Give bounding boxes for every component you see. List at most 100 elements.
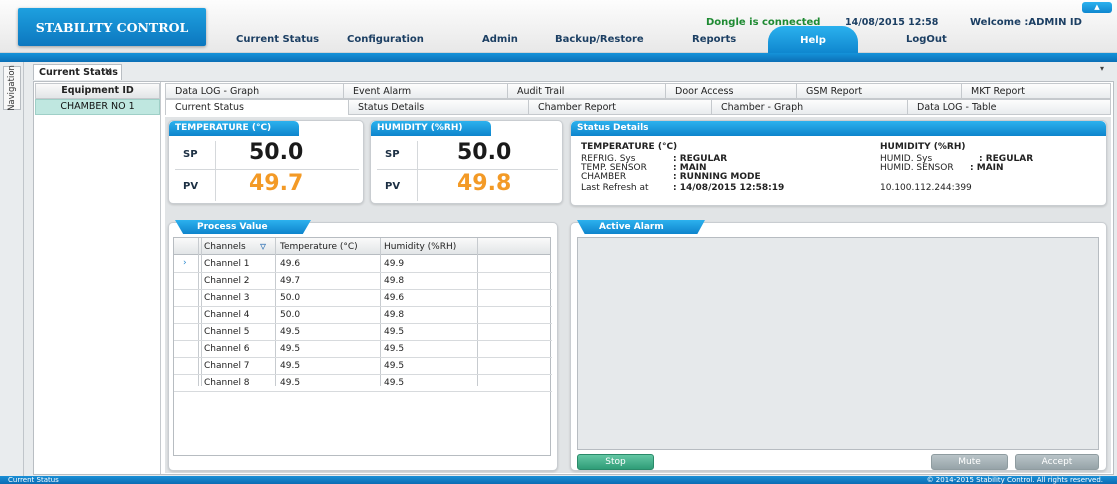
sd-chamber-value: : RUNNING MODE: [673, 172, 761, 182]
menu-help[interactable]: Help: [768, 26, 858, 53]
menu-logout[interactable]: LogOut: [906, 34, 947, 52]
tab-list-dropdown-icon[interactable]: ▾: [1100, 64, 1104, 73]
active-alarm-card: Active Alarm Stop Mute Accept: [570, 220, 1107, 471]
collapse-header-button[interactable]: ▲: [1082, 2, 1112, 13]
temperature-sp-label: SP: [183, 149, 198, 160]
document-tab-current-status[interactable]: Current Status ×: [33, 64, 122, 80]
sd-humid-header: HUMIDITY (%RH): [880, 142, 966, 152]
channel-8-humid: 49.5: [384, 378, 405, 388]
tab-current-status[interactable]: Current Status: [165, 99, 349, 115]
row-divider: [174, 289, 552, 290]
col-divider: [198, 238, 199, 386]
current-status-panel: TEMPERATURE (°C) SP 50.0 PV 49.7 HUMIDIT…: [165, 117, 1111, 473]
accept-button[interactable]: Accept: [1015, 454, 1099, 470]
humidity-title: HUMIDITY (%RH): [371, 121, 491, 136]
channel-7-name: Channel 7: [204, 361, 250, 371]
row-divider: [174, 374, 552, 375]
tab-door-access[interactable]: Door Access: [666, 83, 797, 99]
humidity-sp-label: SP: [385, 149, 400, 160]
tab-event-alarm[interactable]: Event Alarm: [344, 83, 508, 99]
menu-current-status[interactable]: Current Status: [236, 34, 319, 52]
menu-admin[interactable]: Admin: [482, 34, 518, 52]
channel-2-temp: 49.7: [280, 276, 301, 286]
humidity-pv-label: PV: [385, 181, 401, 192]
sd-chamber-label: CHAMBER: [581, 172, 627, 182]
tab-data-log-table[interactable]: Data LOG - Table: [908, 99, 1111, 115]
temperature-card: TEMPERATURE (°C) SP 50.0 PV 49.7: [168, 120, 364, 204]
column-header-channels[interactable]: Channels: [204, 242, 246, 252]
tab-chamber-graph[interactable]: Chamber - Graph: [712, 99, 908, 115]
tab-status-details[interactable]: Status Details: [349, 99, 529, 115]
header-datetime: 14/08/2015 12:58: [845, 17, 939, 28]
app-window: STABILITY CONTROL Current Status Configu…: [0, 0, 1117, 484]
tab-gsm-report[interactable]: GSM Report: [797, 83, 962, 99]
channel-7-humid: 49.5: [384, 361, 405, 371]
col-divider: [201, 238, 202, 386]
close-icon[interactable]: ×: [104, 66, 112, 77]
row-selected-indicator-icon: ›: [183, 258, 187, 268]
tab-mkt-report[interactable]: MKT Report: [962, 83, 1111, 99]
equipment-item-chamber-1[interactable]: CHAMBER NO 1: [35, 99, 160, 115]
equipment-id-header: Equipment ID: [35, 83, 160, 99]
humidity-card: HUMIDITY (%RH) SP 50.0 PV 49.8: [370, 120, 563, 204]
channel-8-temp: 49.5: [280, 378, 301, 388]
process-value-title: Process Value: [175, 220, 311, 234]
status-details-title: Status Details: [571, 121, 1106, 136]
menu-reports[interactable]: Reports: [692, 34, 736, 52]
tab-row-1: Data LOG - Graph Event Alarm Audit Trail…: [165, 83, 1111, 99]
status-bar-copyright: © 2014-2015 Stability Control. All right…: [926, 476, 1103, 484]
tab-audit-trail[interactable]: Audit Trail: [508, 83, 666, 99]
tab-row-2: Current Status Status Details Chamber Re…: [165, 99, 1111, 115]
temperature-pv-label: PV: [183, 181, 199, 192]
tab-data-log-graph[interactable]: Data LOG - Graph: [165, 83, 344, 99]
sd-humid-sensor-value: : MAIN: [970, 163, 1004, 173]
process-value-card: Process Value Channels ▿ Temperature (°C…: [168, 220, 558, 471]
col-divider: [380, 238, 381, 386]
humidity-pv-value: 49.8: [457, 171, 512, 196]
dongle-status: Dongle is connected: [706, 17, 821, 28]
row-divider: [174, 357, 552, 358]
column-header-temperature[interactable]: Temperature (°C): [280, 242, 358, 252]
process-value-grid: Channels ▿ Temperature (°C) Humidity (%R…: [173, 237, 552, 456]
channel-4-name: Channel 4: [204, 310, 250, 320]
sd-ip-address: 10.100.112.244:399: [880, 183, 972, 193]
row-divider: [174, 306, 552, 307]
channel-5-temp: 49.5: [280, 327, 301, 337]
header-strip: [0, 53, 1117, 62]
channel-5-humid: 49.5: [384, 327, 405, 337]
sd-refresh-label: Last Refresh at: [581, 183, 649, 193]
row-divider: [174, 340, 552, 341]
stop-button[interactable]: Stop: [577, 454, 654, 470]
row-divider: [174, 272, 552, 273]
channel-6-humid: 49.5: [384, 344, 405, 354]
tab-chamber-report[interactable]: Chamber Report: [529, 99, 712, 115]
channel-8-name: Channel 8: [204, 378, 250, 388]
mute-button[interactable]: Mute: [931, 454, 1008, 470]
col-divider: [477, 238, 478, 386]
channel-2-humid: 49.8: [384, 276, 405, 286]
column-header-humidity[interactable]: Humidity (%RH): [384, 242, 456, 252]
menu-backup-restore[interactable]: Backup/Restore: [555, 34, 644, 52]
chevron-up-icon: ▲: [1094, 3, 1100, 11]
active-alarm-list: [577, 237, 1099, 450]
sd-temp-header: TEMPERATURE (°C): [581, 142, 678, 152]
channel-2-name: Channel 2: [204, 276, 250, 286]
temperature-label-divider: [215, 141, 216, 201]
status-details-card: Status Details TEMPERATURE (°C) REFRIG. …: [570, 120, 1107, 206]
navigation-tab[interactable]: Navigation: [3, 65, 21, 111]
app-logo: STABILITY CONTROL: [18, 8, 206, 46]
content-area: Equipment ID CHAMBER NO 1 Data LOG - Gra…: [33, 81, 1114, 475]
welcome-text: Welcome :ADMIN ID: [970, 17, 1082, 28]
status-bar-left: Current Status: [8, 476, 59, 484]
menu-configuration[interactable]: Configuration: [347, 34, 424, 52]
humidity-divider: [377, 169, 558, 170]
channel-4-humid: 49.8: [384, 310, 405, 320]
header: STABILITY CONTROL Current Status Configu…: [0, 0, 1117, 53]
channel-1-humid: 49.9: [384, 259, 405, 269]
temperature-sp-value: 50.0: [249, 140, 304, 165]
channel-5-name: Channel 5: [204, 327, 250, 337]
row-divider: [174, 323, 552, 324]
channel-6-name: Channel 6: [204, 344, 250, 354]
filter-icon[interactable]: ▿: [260, 239, 266, 253]
humidity-label-divider: [417, 141, 418, 201]
